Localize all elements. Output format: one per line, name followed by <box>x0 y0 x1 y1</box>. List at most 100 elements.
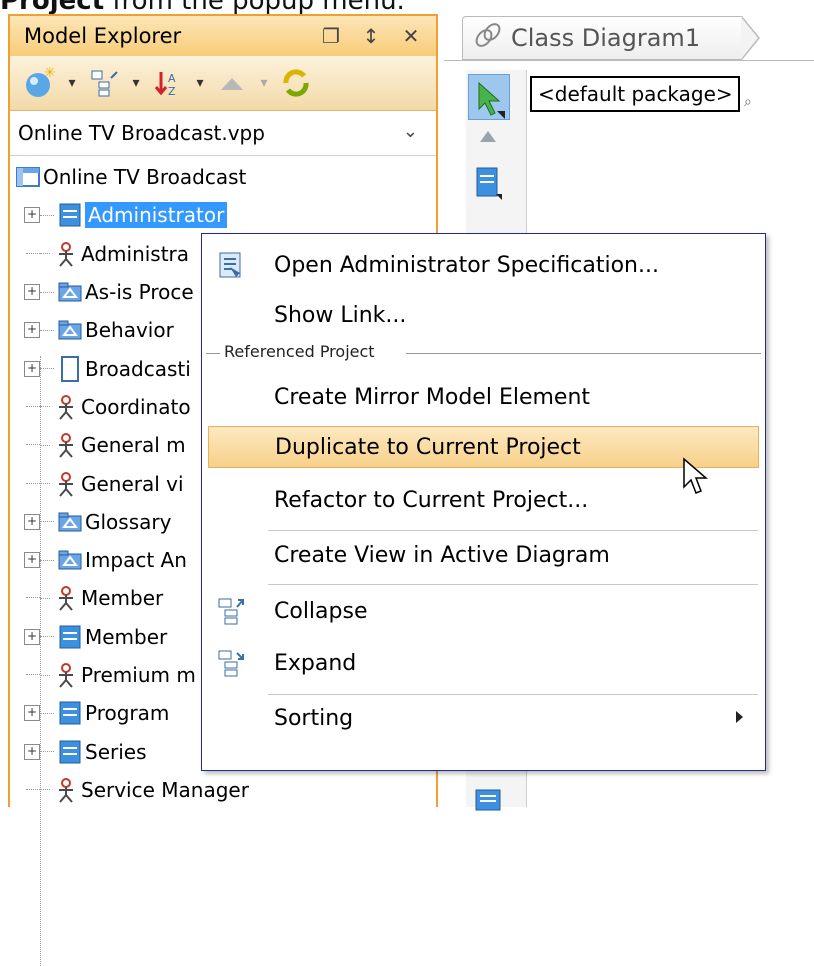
close-icon[interactable]: ✕ <box>400 24 422 48</box>
menu-item-show-link[interactable]: Show Link... <box>202 294 765 336</box>
tree-item[interactable]: Service Manager <box>10 771 436 809</box>
search-icon[interactable]: ⌕ <box>744 94 752 110</box>
menu-group-label: Referenced Project <box>224 342 375 361</box>
tree-item-label: As-is Proce <box>85 280 194 305</box>
chevron-down-icon[interactable]: ▾ <box>192 75 208 91</box>
document-icon <box>58 355 82 382</box>
actor-icon <box>54 471 78 497</box>
menu-item-label: Collapse <box>274 598 368 624</box>
palette-select-tool[interactable] <box>468 74 510 120</box>
tree-item-label: Member <box>85 624 168 649</box>
specification-icon <box>216 250 246 280</box>
class-icon <box>58 624 82 650</box>
menu-item-label: Duplicate to Current Project <box>275 434 581 460</box>
tree-item-label: Coordinato <box>81 394 191 419</box>
diagram-tab[interactable]: Class Diagram1 <box>462 16 742 60</box>
package-field[interactable]: <default package> <box>530 76 740 112</box>
palette-up-icon[interactable] <box>478 128 498 148</box>
menu-item-label: Create View in Active Diagram <box>274 542 610 568</box>
tree-item-label: Impact An <box>85 548 187 573</box>
tree-item-label: Program <box>85 701 170 726</box>
project-select-value: Online TV Broadcast.vpp <box>18 121 265 145</box>
context-menu: Open Administrator Specification... Show… <box>201 233 766 771</box>
expand-toggle-icon[interactable]: + <box>24 552 40 569</box>
menu-item-expand[interactable]: Expand <box>202 642 765 684</box>
menu-item-open-specification[interactable]: Open Administrator Specification... <box>202 244 765 286</box>
tree-root-label: Online TV Broadcast <box>43 165 247 190</box>
menu-item-create-mirror[interactable]: Create Mirror Model Element <box>202 376 765 418</box>
menu-item-label: Create Mirror Model Element <box>274 384 591 410</box>
expand-toggle-icon[interactable]: + <box>24 743 40 760</box>
actor-icon <box>54 585 78 612</box>
expand-toggle-icon[interactable]: + <box>24 705 40 722</box>
expand-toggle-icon[interactable]: + <box>24 207 40 224</box>
tree-item-label: Series <box>85 739 147 764</box>
sort-icon[interactable]: AZ <box>150 65 186 101</box>
tree-item-label: Premium m <box>81 663 196 687</box>
actor-icon <box>54 662 78 688</box>
menu-separator <box>268 530 758 531</box>
chevron-down-icon[interactable]: ⌄ <box>403 121 418 142</box>
expand-toggle-icon[interactable]: + <box>24 322 40 339</box>
class-icon <box>58 700 82 726</box>
expand-toggle-icon[interactable]: + <box>24 628 40 645</box>
package-icon <box>58 547 82 573</box>
link-icon <box>475 22 501 54</box>
model-explorer-title: Model Explorer <box>24 24 182 48</box>
actor-icon <box>54 241 78 267</box>
tree-view-icon[interactable] <box>86 65 122 101</box>
actor-icon <box>54 432 78 458</box>
menu-item-label: Show Link... <box>274 302 407 328</box>
menu-item-refactor-to-current-project[interactable]: Refactor to Current Project... <box>202 479 765 521</box>
class-icon <box>58 739 82 765</box>
package-icon <box>58 317 82 343</box>
menu-item-sorting[interactable]: Sorting <box>202 697 765 739</box>
menu-group-referenced-project: Referenced Project <box>206 342 761 364</box>
tree-item-label: Broadcasti <box>85 356 191 381</box>
svg-text:A: A <box>168 72 176 85</box>
pin-icon[interactable]: ↕ <box>360 24 382 48</box>
project-icon <box>16 164 40 190</box>
model-explorer-toolbar: ✳ ▾ ▾ AZ ▾ ▾ <box>10 56 436 111</box>
menu-item-collapse[interactable]: Collapse <box>202 590 765 632</box>
refresh-icon[interactable] <box>278 65 314 101</box>
go-up-icon[interactable] <box>214 65 250 101</box>
palette-class-icon[interactable] <box>474 166 504 206</box>
expand-toggle-icon[interactable]: + <box>24 284 40 301</box>
expand-toggle-icon[interactable]: + <box>24 360 40 377</box>
tree-item-label: Administra <box>81 241 190 266</box>
chevron-down-icon[interactable]: ▾ <box>256 75 272 91</box>
actor-icon <box>54 394 78 420</box>
tab-divider <box>444 60 814 61</box>
model-explorer-title-bar: Model Explorer ❐ ↕ ✕ <box>10 16 436 56</box>
collapse-icon <box>216 596 246 626</box>
actor-icon <box>54 777 78 803</box>
tree-root[interactable]: Online TV Broadcast <box>10 158 436 196</box>
expand-toggle-icon[interactable]: + <box>24 513 40 530</box>
tree-item[interactable]: + Administrator <box>10 196 436 234</box>
svg-text:Z: Z <box>168 85 176 98</box>
menu-item-create-view[interactable]: Create View in Active Diagram <box>202 534 765 576</box>
menu-item-label: Refactor to Current Project... <box>274 487 589 513</box>
tree-item-label: General m <box>81 433 186 458</box>
new-model-icon[interactable]: ✳ <box>22 65 58 101</box>
menu-separator <box>268 584 758 585</box>
chevron-down-icon[interactable]: ▾ <box>64 75 80 91</box>
menu-item-label: Open Administrator Specification... <box>274 252 659 278</box>
tree-item-label: Member <box>81 586 164 611</box>
mouse-cursor-icon <box>682 457 710 501</box>
tree-item-label: Administrator <box>85 202 228 229</box>
menu-separator <box>268 694 758 695</box>
chevron-down-icon[interactable]: ▾ <box>128 75 144 91</box>
expand-icon <box>216 648 246 678</box>
submenu-arrow-icon <box>736 711 743 723</box>
restore-icon[interactable]: ❐ <box>320 24 342 48</box>
menu-item-duplicate-to-current-project[interactable]: Duplicate to Current Project <box>208 426 759 468</box>
menu-item-label: Expand <box>274 650 357 676</box>
project-select[interactable]: Online TV Broadcast.vpp ⌄ <box>10 111 436 156</box>
menu-item-label: Sorting <box>274 705 354 731</box>
package-field-value: <default package> <box>538 82 733 106</box>
tree-item-label: Service Manager <box>81 777 249 802</box>
tree-item-label: General vi <box>81 471 184 496</box>
palette-note-icon[interactable] <box>474 788 504 818</box>
